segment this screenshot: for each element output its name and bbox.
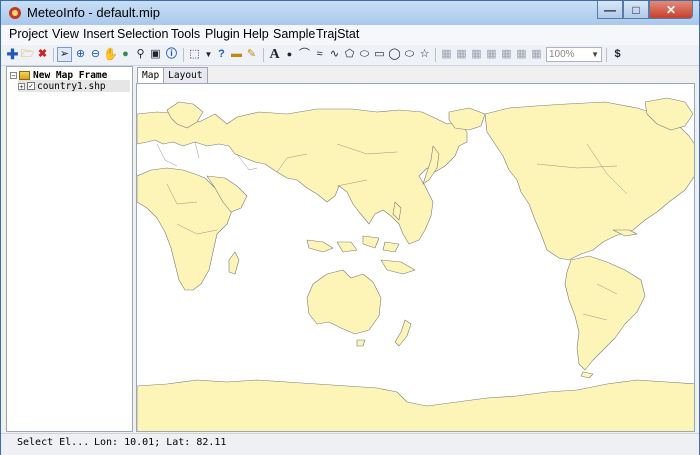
full-extent-globe-icon[interactable]: ● [118,47,133,62]
map-frame-icon [19,70,30,80]
south-america-landmass [564,255,646,371]
close-button[interactable]: ✕ [649,1,693,19]
help-cursor-icon[interactable]: ? [214,47,229,62]
identify-info-icon[interactable]: ⓘ [164,47,179,62]
layer-label: country1.shp [37,80,106,92]
map-frame-label: New Map Frame [33,69,108,81]
australia [306,269,382,335]
zoom-layer-icon[interactable]: ⚲ [133,47,148,62]
menu-selection[interactable]: Selection [117,27,168,41]
view-tabs: Map Layout [137,67,208,84]
text-tool-icon[interactable]: A [267,47,282,62]
window-title: MeteoInfo - default.mip [27,5,160,20]
zoom-out-icon[interactable]: ⊖ [88,47,103,62]
layout-zoom-out-icon[interactable]: ▦ [469,47,484,62]
title-bar[interactable]: MeteoInfo - default.mip — □ ✕ [1,1,699,25]
antarctica [137,379,694,431]
collapse-icon[interactable]: − [10,71,17,79]
app-window: MeteoInfo - default.mip — □ ✕ Project Vi… [0,0,700,455]
world-map [137,97,694,431]
layers-legend-panel: − New Map Frame + ✓ country1.shp [6,66,133,432]
measure-ruler-icon[interactable]: ▬ [229,47,244,62]
ellipse-tool-icon[interactable]: ⬭ [402,47,417,62]
tab-map[interactable]: Map [137,67,165,84]
menu-help[interactable]: Help [243,27,269,41]
menu-insert[interactable]: Insert [83,27,114,41]
layout-zoom-in-icon[interactable]: ▦ [454,47,469,62]
menu-project[interactable]: Project [9,27,48,41]
edit-pencil-icon[interactable]: ✎ [244,47,259,62]
star-tool-icon[interactable]: ☆ [417,47,432,62]
tasmania [356,339,366,347]
script-dollar-icon[interactable]: $ [610,47,625,62]
zoom-selected-icon[interactable]: ▣ [148,47,163,62]
select-pointer-icon[interactable]: ➢ [57,47,72,62]
menu-bar: Project View Insert Selection Tools Plug… [1,25,699,45]
map-view[interactable] [136,83,695,432]
layout-page-setup-icon[interactable]: ▦ [529,47,544,62]
meteoinfo-app-icon [9,7,21,19]
zoom-level-select[interactable]: 100% ▼ [546,47,602,62]
open-folder-icon[interactable]: 🗁 [20,47,35,62]
new-zealand [394,319,412,347]
remove-layer-icon[interactable]: ✖ [35,47,50,62]
indonesia-islands [306,235,400,253]
layer-visibility-checkbox[interactable]: ✓ [27,82,35,90]
layer-node[interactable]: + ✓ country1.shp [18,80,130,92]
zoom-level-value: 100% [549,49,575,60]
polygon-tool-icon[interactable]: ⬠ [342,47,357,62]
menu-tools[interactable]: Tools [171,27,200,41]
zoom-in-icon[interactable]: ⊕ [73,47,88,62]
madagascar [228,251,240,275]
menu-sample[interactable]: Sample [273,27,315,41]
menu-view[interactable]: View [52,27,79,41]
layout-actual-size-icon[interactable]: ▦ [514,47,529,62]
alaska [448,107,486,131]
minimize-button[interactable]: — [597,1,623,19]
polyline-tool-icon[interactable]: ⌒ [297,47,312,62]
layout-fit-icon[interactable]: ▦ [499,47,514,62]
menu-trajstat[interactable]: TrajStat [316,27,359,41]
curve-tool-icon[interactable]: ∿ [327,47,342,62]
layout-page-icon[interactable]: ▦ [439,47,454,62]
maximize-button[interactable]: □ [623,1,649,19]
layout-pan-icon[interactable]: ▦ [484,47,499,62]
status-bar: Select El... Lon: 10.01; Lat: 82.11 [1,433,699,455]
toolbar: ✚ 🗁 ✖ ➢ ⊕ ⊖ ✋ ● ⚲ ▣ ⓘ ⬚ ▼ ? ▬ ✎ A ● ⌒ ≈ … [1,45,699,66]
freehand-line-icon[interactable]: ≈ [312,47,327,62]
status-message: Select El... [17,437,90,448]
menu-plugin[interactable]: Plugin [205,27,240,41]
select-features-icon[interactable]: ⬚ [187,47,202,62]
point-tool-icon[interactable]: ● [282,47,297,62]
new-guinea [380,259,416,275]
add-layer-icon[interactable]: ✚ [5,47,20,62]
status-coordinates: Lon: 10.01; Lat: 82.11 [94,437,227,448]
tierra-del-fuego [580,371,594,379]
expand-icon[interactable]: + [18,82,25,90]
circle-tool-icon[interactable]: ◯ [387,47,402,62]
tab-layout[interactable]: Layout [163,67,208,83]
rectangle-tool-icon[interactable]: ▭ [372,47,387,62]
chevron-down-icon: ▼ [591,50,599,59]
freehand-polygon-icon[interactable]: ⬭ [357,47,372,62]
pan-hand-icon[interactable]: ✋ [103,47,118,62]
